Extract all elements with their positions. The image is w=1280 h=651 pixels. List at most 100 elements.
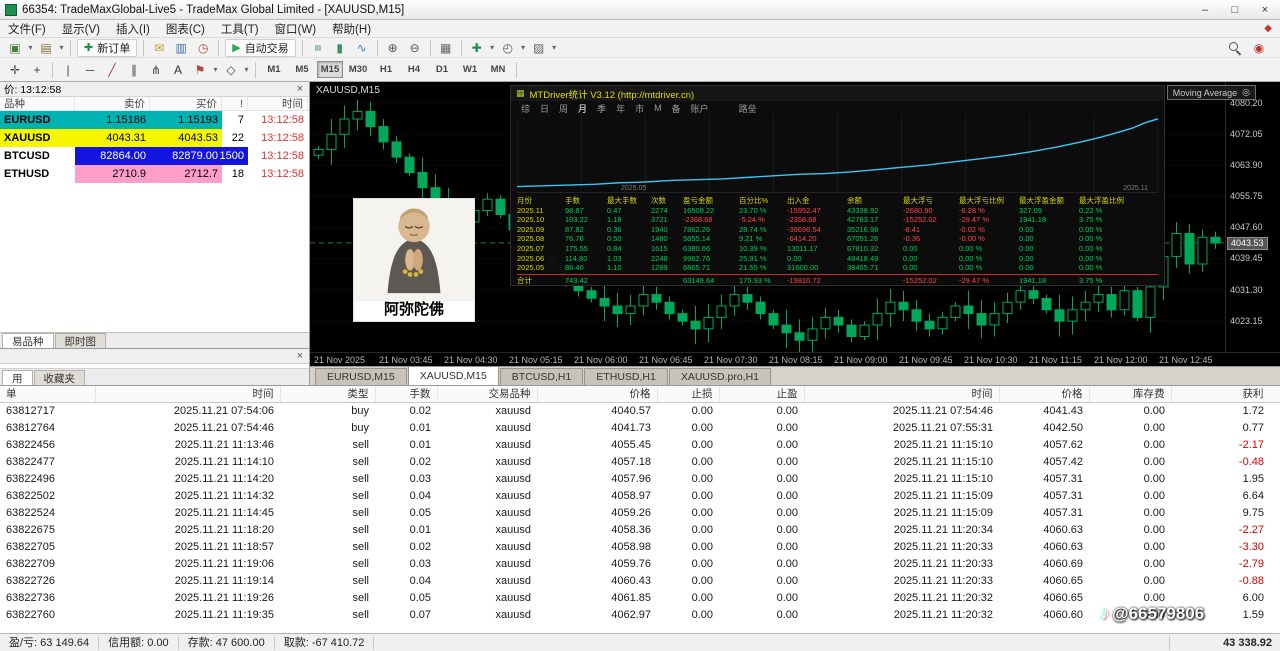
terminal-column-手数[interactable]: 手数 [375, 386, 437, 402]
timeframe-M1[interactable]: M1 [261, 61, 287, 78]
market-watch-row-ETHUSD[interactable]: ETHUSD2710.92712.71813:12:58 [0, 165, 309, 183]
nav-tab-用[interactable]: 用 [2, 370, 33, 385]
stats-menu-备[interactable]: 备 [672, 102, 681, 115]
chart-tab-ETHUSD,H1[interactable]: ETHUSD,H1 [584, 368, 668, 385]
restore-button[interactable]: □ [1220, 0, 1250, 19]
timeframe-M30[interactable]: M30 [345, 61, 371, 78]
auto-trading-button[interactable]: ▶自动交易 [225, 39, 295, 57]
terminal-column-交易品种[interactable]: 交易品种 [437, 386, 537, 402]
menu-文件(F)[interactable]: 文件(F) [0, 20, 54, 37]
close-icon[interactable]: × [295, 84, 305, 95]
vertical-line-icon[interactable]: | [58, 61, 78, 79]
terminal-column-时间[interactable]: 时间 [95, 386, 280, 402]
market-watch-row-EURUSD[interactable]: EURUSD1.151861.15193713:12:58 [0, 111, 309, 129]
template-icon[interactable]: ▨ [529, 39, 549, 57]
profiles-icon[interactable]: ▤ [36, 39, 56, 57]
terminal-column-单[interactable]: 单 [0, 386, 95, 402]
channel-icon[interactable]: ∥ [124, 61, 144, 79]
stats-menu-M[interactable]: M [654, 103, 662, 113]
terminal-column-止损[interactable]: 止损 [657, 386, 719, 402]
pin-icon[interactable]: ◉ [1249, 39, 1269, 57]
stats-window-titlebar[interactable]: ▦ MTDriver统计 V3.12 (http://mtdriver.cn) [511, 86, 1164, 101]
timeframe-D1[interactable]: D1 [429, 61, 455, 78]
period-icon[interactable]: ◴ [498, 39, 518, 57]
community-icon[interactable]: ◆ [1256, 23, 1280, 34]
shapes-icon[interactable]: ◇ [221, 61, 241, 79]
chart-tab-BTCUSD,H1[interactable]: BTCUSD,H1 [500, 368, 584, 385]
timeframe-H1[interactable]: H1 [373, 61, 399, 78]
crosshair-icon[interactable]: + [27, 61, 47, 79]
menu-窗口(W)[interactable]: 窗口(W) [267, 20, 325, 37]
history-row-63812764[interactable]: 638127642025.11.21 07:54:46buy0.01xauusd… [0, 419, 1280, 436]
indicators-icon-caret[interactable]: ▾ [488, 39, 497, 57]
pitchfork-icon[interactable]: ⋔ [146, 61, 166, 79]
indicator-visibility-icon[interactable]: ◎ [1242, 87, 1250, 98]
close-icon[interactable]: × [295, 351, 305, 362]
nav-tab-收藏夹[interactable]: 收藏夹 [34, 370, 86, 385]
arrows-icon[interactable]: ⚑ [190, 61, 210, 79]
history-row-63822477[interactable]: 638224772025.11.21 11:14:10sell0.02xauus… [0, 453, 1280, 470]
calendar-icon[interactable]: ◷ [193, 39, 213, 57]
zoom-in-icon[interactable]: ⊕ [383, 39, 403, 57]
shapes-icon-caret[interactable]: ▾ [242, 61, 251, 79]
stats-menu-综[interactable]: 综 [521, 102, 530, 115]
stats-menu-年[interactable]: 年 [616, 102, 625, 115]
market-watch-row-BTCUSD[interactable]: BTCUSD82864.0082879.00150013:12:58 [0, 147, 309, 165]
trendline-icon[interactable]: ╱ [102, 61, 122, 79]
stats-menu-季[interactable]: 季 [597, 102, 606, 115]
mw-column-0[interactable]: 品种 [0, 97, 75, 110]
history-row-63812717[interactable]: 638127172025.11.21 07:54:06buy0.02xauusd… [0, 402, 1280, 419]
mw-column-4[interactable]: 时间 [248, 97, 308, 110]
mtdriver-stats-window[interactable]: ▦ MTDriver统计 V3.12 (http://mtdriver.cn) … [510, 85, 1165, 286]
market-watch-row-XAUUSD[interactable]: XAUUSD4043.314043.532213:12:58 [0, 129, 309, 147]
history-row-63822736[interactable]: 638227362025.11.21 11:19:26sell0.05xauus… [0, 589, 1280, 606]
terminal-column-时间[interactable]: 时间 [804, 386, 999, 402]
terminal-column-库存费[interactable]: 库存费 [1089, 386, 1171, 402]
menu-插入(I)[interactable]: 插入(I) [108, 20, 158, 37]
new-chart-icon-caret[interactable]: ▾ [26, 39, 35, 57]
new-chart-icon[interactable]: ▣ [5, 39, 25, 57]
stats-menu-月[interactable]: 月 [578, 102, 587, 115]
menu-显示(V)[interactable]: 显示(V) [54, 20, 108, 37]
chart-tab-XAUUSD.pro,H1[interactable]: XAUUSD.pro,H1 [669, 368, 771, 385]
timeframe-M5[interactable]: M5 [289, 61, 315, 78]
history-row-63822760[interactable]: 638227602025.11.21 11:19:35sell0.07xauus… [0, 606, 1280, 623]
news-icon[interactable]: ▥ [171, 39, 191, 57]
mw-column-1[interactable]: 卖价 [75, 97, 150, 110]
mw-column-3[interactable]: ! [222, 97, 248, 110]
terminal-column-止盈[interactable]: 止盈 [719, 386, 804, 402]
terminal-column-获利[interactable]: 获利 [1171, 386, 1280, 402]
terminal-column-类型[interactable]: 类型 [280, 386, 375, 402]
cursor-icon[interactable]: ✛ [5, 61, 25, 79]
history-row-63822524[interactable]: 638225242025.11.21 11:14:45sell0.05xauus… [0, 504, 1280, 521]
horizontal-line-icon[interactable]: ─ [80, 61, 100, 79]
timeframe-W1[interactable]: W1 [457, 61, 483, 78]
text-icon[interactable]: A [168, 61, 188, 79]
timeframe-H4[interactable]: H4 [401, 61, 427, 78]
mw-tab-即时图[interactable]: 即时图 [55, 333, 107, 348]
mw-tab-易品种[interactable]: 易品种 [2, 333, 54, 348]
indicators-icon[interactable]: ✚ [467, 39, 487, 57]
terminal-column-价格[interactable]: 价格 [999, 386, 1089, 402]
stats-menu-周[interactable]: 周 [559, 102, 568, 115]
history-row-63822502[interactable]: 638225022025.11.21 11:14:32sell0.04xauus… [0, 487, 1280, 504]
chart-tab-EURUSD,M15[interactable]: EURUSD,M15 [315, 368, 407, 385]
indicator-legend[interactable]: Moving Average ◎ [1167, 85, 1256, 100]
arrows-icon-caret[interactable]: ▾ [211, 61, 220, 79]
history-row-63822705[interactable]: 638227052025.11.21 11:18:57sell0.02xauus… [0, 538, 1280, 555]
history-row-63822726[interactable]: 638227262025.11.21 11:19:14sell0.04xauus… [0, 572, 1280, 589]
stats-menu-日[interactable]: 日 [540, 102, 549, 115]
zoom-out-icon[interactable]: ⊖ [405, 39, 425, 57]
candles-chart-icon[interactable]: ▮ [330, 39, 350, 57]
search-icon[interactable] [1227, 40, 1242, 55]
close-button[interactable]: × [1250, 0, 1280, 19]
line-chart-icon[interactable]: ∿ [352, 39, 372, 57]
tile-windows-icon[interactable]: ▦ [436, 39, 456, 57]
timeframe-MN[interactable]: MN [485, 61, 511, 78]
period-icon-caret[interactable]: ▾ [519, 39, 528, 57]
history-row-63822709[interactable]: 638227092025.11.21 11:19:06sell0.03xauus… [0, 555, 1280, 572]
profiles-icon-caret[interactable]: ▾ [57, 39, 66, 57]
history-row-63822456[interactable]: 638224562025.11.21 11:13:46sell0.01xauus… [0, 436, 1280, 453]
stats-menu-市[interactable]: 市 [635, 102, 644, 115]
terminal-column-价格[interactable]: 价格 [537, 386, 657, 402]
